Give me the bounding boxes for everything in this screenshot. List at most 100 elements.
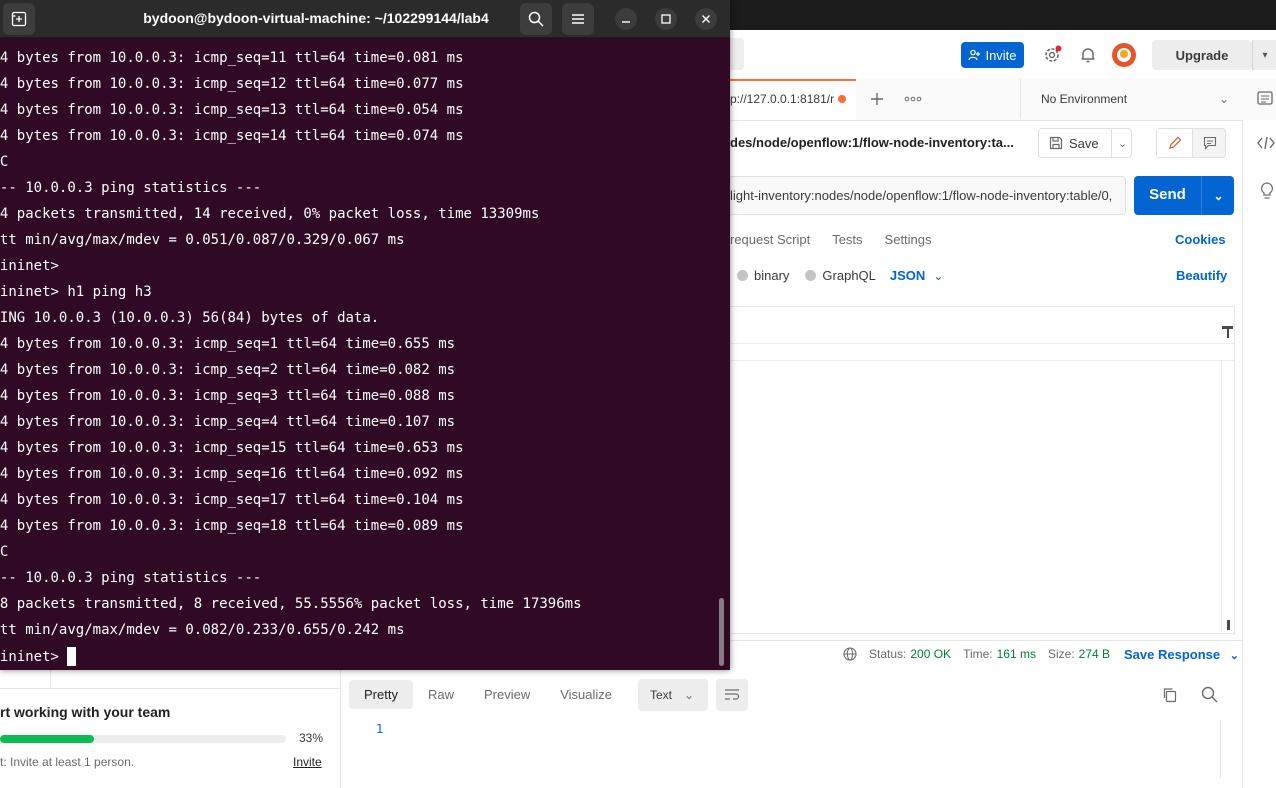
view-mode-toggle[interactable]	[1156, 128, 1226, 158]
response-editor-scroll-track	[1220, 720, 1221, 778]
request-config-tabs: request Script Tests Settings	[730, 232, 932, 247]
terminal-line: 64 bytes from 10.0.0.3: icmp_seq=4 ttl=6…	[0, 414, 456, 430]
save-request-button[interactable]: Save ⌄	[1038, 128, 1132, 158]
comment-icon	[1203, 136, 1216, 150]
request-tab-url: p://127.0.0.1:8181/re:	[730, 92, 834, 106]
status-value[interactable]: 200 OK	[910, 647, 951, 661]
onboarding-invite-link[interactable]: Invite	[293, 755, 322, 769]
tab-tests[interactable]: Tests	[832, 232, 862, 247]
more-tabs-ellipsis-icon[interactable]	[904, 95, 922, 103]
time-label: Time:	[963, 647, 993, 661]
onboarding-progress-percent: 33%	[299, 731, 324, 745]
upgrade-button[interactable]: Upgrade	[1152, 40, 1252, 70]
chevron-down-icon: ⌄	[1219, 92, 1230, 106]
onboarding-progress-fill	[0, 735, 94, 743]
invite-button[interactable]: Invite	[961, 42, 1024, 68]
terminal-window[interactable]: bydoon@bydoon-virtual-machine: ~/1022991…	[0, 0, 730, 670]
send-dropdown-chevron-icon[interactable]: ⌄	[1201, 176, 1235, 215]
terminal-line: 64 bytes from 10.0.0.3: icmp_seq=11 ttl=…	[0, 50, 464, 66]
size-label: Size:	[1047, 647, 1075, 661]
unsaved-dot-icon	[838, 95, 846, 103]
cookies-link[interactable]: Cookies	[1175, 232, 1226, 247]
terminal-line: 14 packets transmitted, 14 received, 0% …	[0, 206, 540, 222]
globe-icon[interactable]	[843, 647, 857, 661]
settings-gear-icon[interactable]	[1042, 45, 1062, 65]
edit-mode-button[interactable]	[1157, 129, 1193, 157]
chevron-down-icon[interactable]: ⌄	[1111, 129, 1133, 157]
editor-scroll-top-marker-stem	[1227, 329, 1229, 338]
beautify-link[interactable]: Beautify	[1176, 268, 1227, 283]
body-option-graphql[interactable]: GraphQL	[822, 268, 875, 283]
terminal-output[interactable]: 64 bytes from 10.0.0.3: icmp_seq=11 ttl=…	[0, 46, 716, 666]
save-disk-icon	[1049, 136, 1063, 150]
tab-preview[interactable]: Preview	[469, 680, 545, 709]
chevron-down-icon[interactable]: ⌄	[933, 269, 943, 283]
terminal-prompt-line[interactable]: mininet>	[0, 647, 77, 666]
notification-bell-icon[interactable]	[1079, 46, 1097, 64]
terminal-menu-button[interactable]	[562, 3, 594, 35]
save-response-button[interactable]: Save Response ⌄	[1124, 647, 1239, 662]
invite-button-label: Invite	[985, 47, 1017, 63]
pencil-icon	[1168, 136, 1181, 149]
terminal-line: 64 bytes from 10.0.0.3: icmp_seq=18 ttl=…	[0, 518, 464, 534]
tab-raw[interactable]: Raw	[413, 680, 469, 709]
save-button-label: Save	[1069, 135, 1099, 151]
size-value[interactable]: 274 B	[1079, 647, 1110, 661]
editor-scrollbar[interactable]	[1221, 360, 1234, 632]
terminal-line: 64 bytes from 10.0.0.3: icmp_seq=1 ttl=6…	[0, 336, 456, 352]
comments-mode-button[interactable]	[1193, 129, 1226, 157]
tab-settings[interactable]: Settings	[885, 232, 932, 247]
send-button[interactable]: Send ⌄	[1134, 176, 1234, 215]
wrap-lines-icon	[725, 689, 740, 700]
tab-visualize[interactable]: Visualize	[545, 680, 627, 709]
tab-pretty[interactable]: Pretty	[349, 679, 413, 709]
format-value: Text	[650, 688, 673, 702]
upgrade-dropdown-button[interactable]: ▾	[1252, 40, 1276, 70]
terminal-line: --- 10.0.0.3 ping statistics ---	[0, 570, 262, 586]
binary-radio-icon[interactable]	[737, 270, 748, 281]
search-icon[interactable]	[1201, 686, 1218, 703]
body-format-json[interactable]: JSON	[890, 268, 925, 283]
terminal-line: ^C	[0, 544, 9, 560]
body-option-binary[interactable]: binary	[754, 268, 789, 283]
environment-quick-look-icon[interactable]	[1257, 90, 1273, 106]
terminal-line: 64 bytes from 10.0.0.3: icmp_seq=14 ttl=…	[0, 128, 464, 144]
maximize-icon	[661, 14, 671, 24]
close-icon	[702, 15, 710, 23]
terminal-line: 64 bytes from 10.0.0.3: icmp_seq=3 ttl=6…	[0, 388, 456, 404]
response-format-select[interactable]: Text ⌄	[638, 679, 708, 711]
hamburger-menu-icon	[572, 14, 584, 24]
minimize-button[interactable]	[615, 8, 637, 30]
status-label: Status:	[869, 647, 907, 661]
terminal-line: 64 bytes from 10.0.0.3: icmp_seq=13 ttl=…	[0, 102, 464, 118]
tab-pre-request-script[interactable]: request Script	[730, 232, 810, 247]
time-value[interactable]: 161 ms	[997, 647, 1036, 661]
response-view-tabs: Pretty Raw Preview Visualize	[349, 679, 627, 709]
terminal-line: 64 bytes from 10.0.0.3: icmp_seq=15 ttl=…	[0, 440, 464, 456]
close-button[interactable]	[695, 8, 717, 30]
terminal-cursor	[67, 647, 77, 666]
chevron-down-icon: ⌄	[1229, 650, 1239, 662]
wrap-lines-button[interactable]	[716, 679, 748, 711]
user-avatar-icon[interactable]	[1111, 42, 1137, 68]
environment-selector[interactable]: No Environment ⌄	[1020, 79, 1240, 119]
right-sidebar-rail	[1242, 120, 1276, 788]
minimize-icon	[622, 21, 630, 23]
request-title[interactable]: des/node/openflow:1/flow-node-inventory:…	[730, 135, 1014, 150]
add-user-icon	[968, 49, 981, 61]
response-line-number: 1	[376, 722, 384, 736]
graphql-radio-icon[interactable]	[805, 270, 817, 281]
terminal-line: 18 packets transmitted, 8 received, 55.5…	[0, 596, 582, 612]
terminal-search-button[interactable]	[520, 3, 552, 35]
body-type-options: binary GraphQL JSON ⌄	[730, 268, 943, 283]
code-snippet-icon[interactable]	[1257, 135, 1275, 151]
maximize-button[interactable]	[655, 8, 677, 30]
lightbulb-icon[interactable]	[1259, 182, 1275, 200]
copy-icon[interactable]	[1162, 687, 1178, 703]
new-request-tab-plus-icon[interactable]	[869, 91, 885, 107]
terminal-line: 64 bytes from 10.0.0.3: icmp_seq=12 ttl=…	[0, 76, 464, 92]
request-url-text[interactable]: light-inventory:nodes/node/openflow:1/fl…	[730, 188, 1120, 203]
editor-active-line	[700, 343, 1235, 361]
terminal-line: mininet>	[0, 258, 59, 274]
terminal-scrollbar[interactable]	[719, 598, 724, 666]
